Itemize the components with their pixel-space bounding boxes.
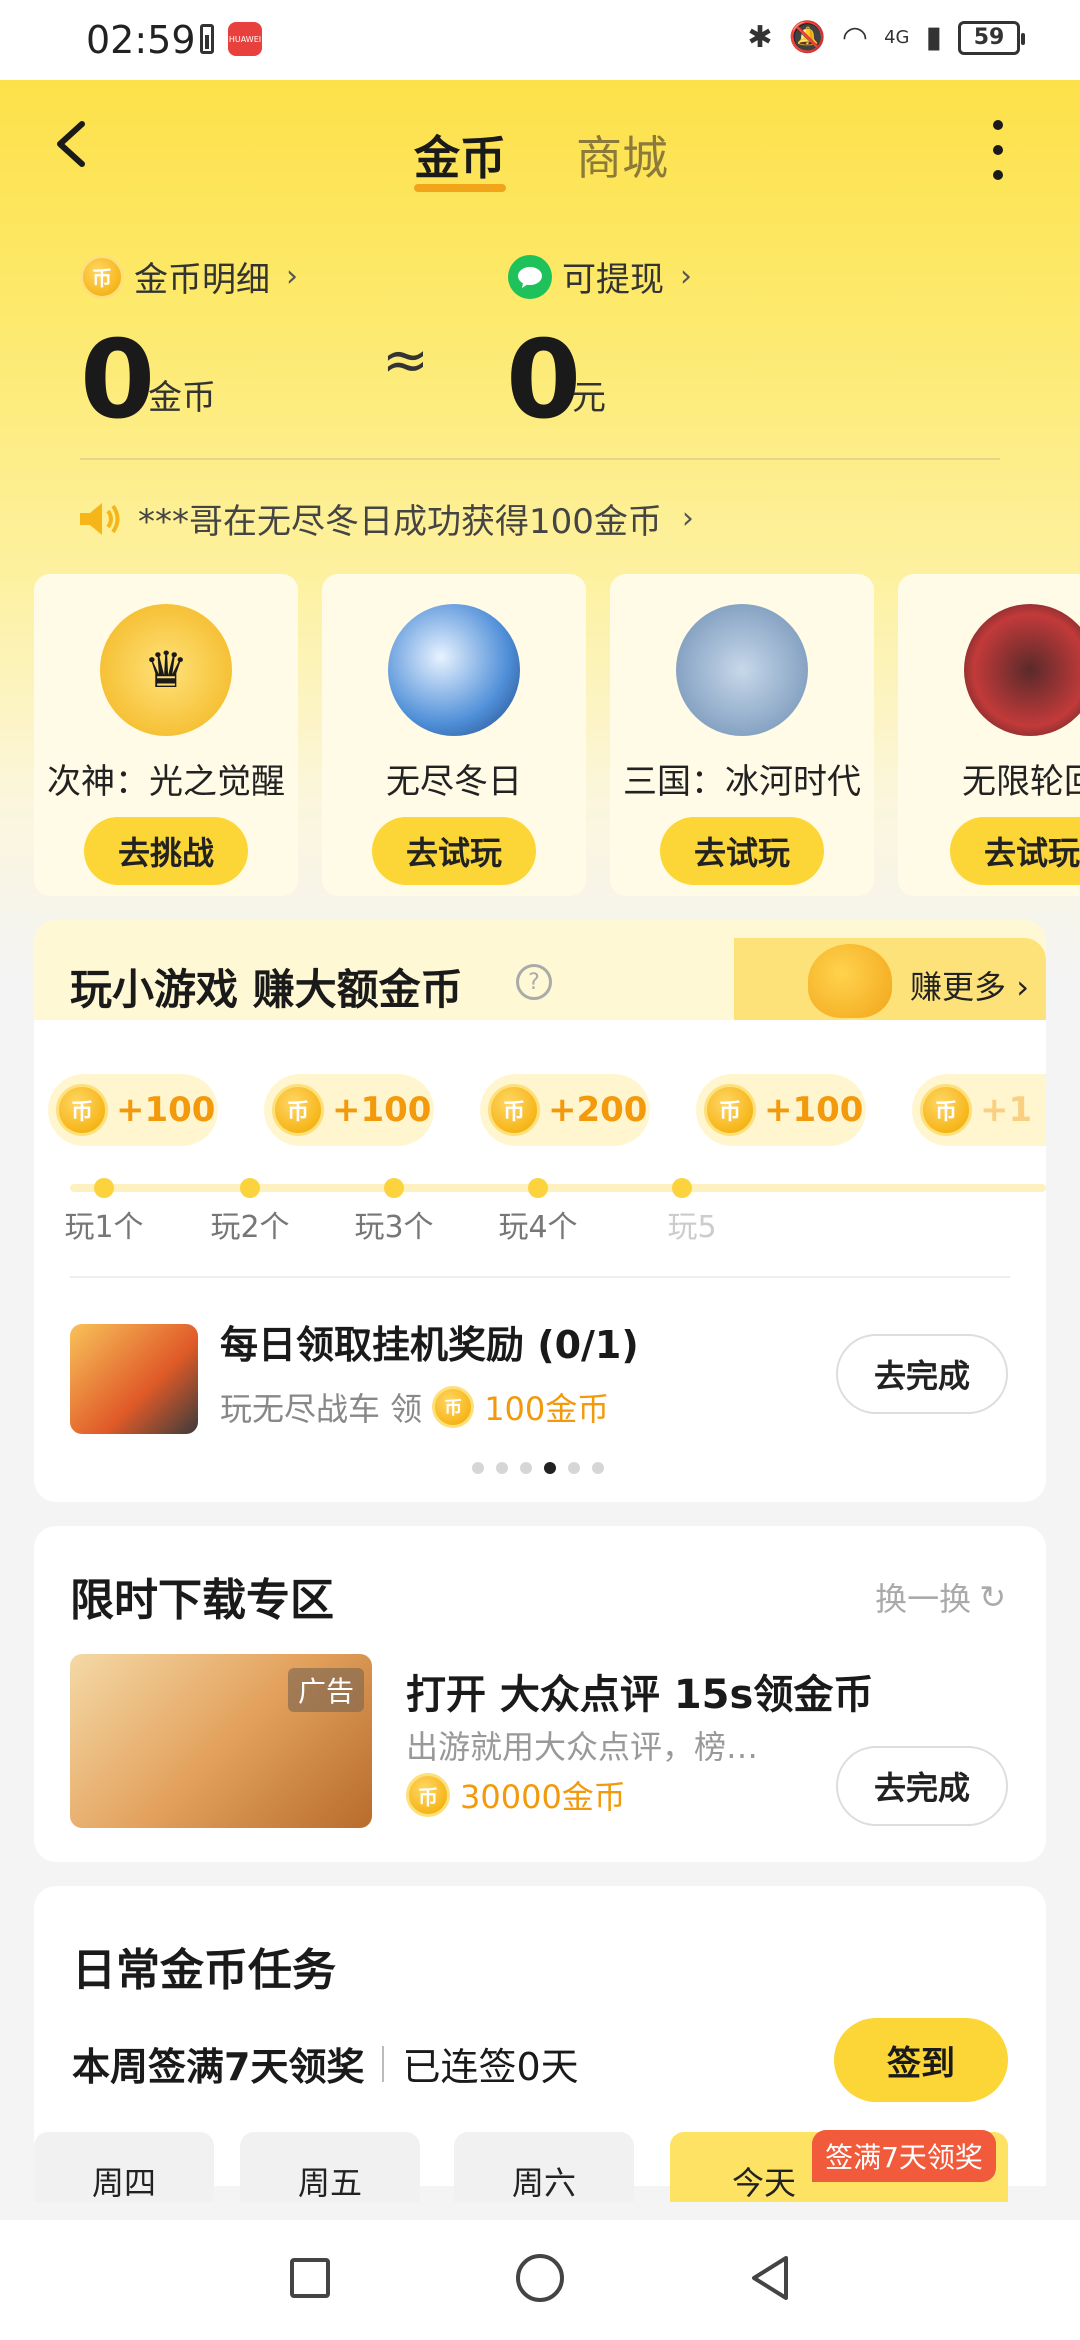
recent-apps-icon[interactable] — [290, 2258, 330, 2298]
reward-pill: 币 +200 — [480, 1074, 650, 1146]
refresh-icon: ↻ — [979, 1578, 1006, 1616]
carousel-pager — [472, 1462, 604, 1474]
withdraw-link[interactable]: 可提现 › — [508, 252, 692, 301]
progress-track — [70, 1184, 1046, 1192]
ad-thumbnail[interactable]: 广告 — [70, 1654, 372, 1828]
globe-icon — [388, 604, 520, 736]
mini-games-panel: 玩小游戏 赚大额金币 ? 赚更多 › 币 +100 币 +100 币 +200 币 +1… — [34, 920, 1046, 1502]
help-icon[interactable]: ? — [516, 964, 552, 1000]
reward-pill: 币 +1 — [912, 1074, 1046, 1146]
system-nav-bar — [0, 2220, 1080, 2340]
status-icons: ✱ 🔕 ◠ 4G ▮ 59 — [747, 20, 1025, 55]
chevron-right-icon: › — [680, 259, 692, 294]
complete-task-button[interactable]: 去完成 — [836, 1334, 1008, 1414]
chevron-right-icon: › — [286, 259, 298, 294]
sign-in-button[interactable]: 签到 — [834, 2018, 1008, 2102]
progress-dot — [528, 1178, 548, 1198]
try-play-button[interactable]: 去试玩 — [950, 817, 1080, 885]
step-label: 玩1个 — [64, 1210, 144, 1245]
coin-icon: 币 — [272, 1084, 324, 1136]
ad-reward: 币 30000金币 — [406, 1772, 626, 1818]
progress-dot — [672, 1178, 692, 1198]
reward-pill: 币 +100 — [48, 1074, 218, 1146]
signin-row: 本周签满7天领奖 已连签0天 — [72, 2045, 579, 2089]
mini-games-title: 玩小游戏 赚大额金币 — [70, 965, 463, 1014]
coin-icon: 币 — [704, 1084, 756, 1136]
tab-mall[interactable]: 商城 — [576, 122, 668, 188]
divider — [80, 458, 1000, 460]
streak-badge: 签满7天领奖 — [812, 2130, 996, 2182]
battery-icon: 59 — [958, 20, 1025, 55]
warrior-icon — [676, 604, 808, 736]
top-nav: 金币 商城 — [0, 80, 1080, 210]
divider — [70, 1276, 1010, 1278]
home-icon[interactable] — [516, 2254, 564, 2302]
tab-coins[interactable]: 金币 — [414, 122, 506, 188]
coin-icon: 币 — [80, 254, 124, 299]
battery-saver-icon — [200, 24, 214, 54]
progress-dot — [94, 1178, 114, 1198]
challenge-button[interactable]: 去挑战 — [84, 817, 248, 885]
speaker-icon — [80, 502, 120, 535]
game-card[interactable]: 无尽冬日 去试玩 — [322, 574, 586, 896]
ad-title: 打开 大众点评 15s领金币 — [406, 1672, 874, 1718]
download-panel: 限时下载专区 换一换 ↻ 广告 打开 大众点评 15s领金币 出游就用大众点评，… — [34, 1526, 1046, 1862]
coin-balance: 0 — [80, 318, 156, 443]
reward-pill: 币 +100 — [264, 1074, 434, 1146]
back-arrow-icon[interactable] — [48, 116, 98, 172]
mute-icon: 🔕 — [788, 20, 826, 55]
bluetooth-icon: ✱ — [747, 20, 773, 55]
status-time: 02:59 — [86, 18, 196, 62]
try-play-button[interactable]: 去试玩 — [372, 817, 536, 885]
progress-dot — [384, 1178, 404, 1198]
wechat-icon — [508, 254, 552, 299]
more-menu-icon[interactable] — [986, 120, 1010, 180]
day-card: 周六 — [454, 2132, 634, 2202]
signal-icon: ▮ — [925, 20, 942, 55]
tank-game-thumbnail — [70, 1324, 198, 1434]
earn-more-button[interactable]: 赚更多 › — [734, 938, 1046, 1020]
cash-balance: 0 — [506, 318, 582, 443]
step-label: 玩4个 — [498, 1210, 578, 1245]
day-card: 周四 — [34, 2132, 214, 2202]
back-triangle-icon[interactable] — [746, 2254, 794, 2302]
try-play-button[interactable]: 去试玩 — [660, 817, 824, 885]
coin-detail-link[interactable]: 币 金币明细 › — [80, 252, 298, 301]
daily-title: 日常金币任务 — [72, 1945, 336, 1996]
status-bar: 02:59 HUAWEI ✱ 🔕 ◠ 4G ▮ 59 — [0, 0, 1080, 80]
step-label: 玩5 — [667, 1210, 717, 1245]
coin-icon: 币 — [432, 1386, 475, 1428]
reward-ticker[interactable]: ***哥在无尽冬日成功获得100金币 › — [78, 494, 694, 543]
task-title: 每日领取挂机奖励 (0/1) — [220, 1323, 639, 1367]
reward-pill: 币 +100 — [696, 1074, 866, 1146]
game-card[interactable]: ♛ 次神：光之觉醒 去挑战 — [34, 574, 298, 896]
app-notification-icon: HUAWEI — [228, 22, 262, 56]
day-card: 周五 — [240, 2132, 420, 2202]
crown-hero-icon: ♛ — [100, 604, 232, 736]
complete-download-button[interactable]: 去完成 — [836, 1746, 1008, 1826]
cash-unit: 元 — [572, 378, 606, 418]
progress-dot — [240, 1178, 260, 1198]
wifi-icon: ◠ — [841, 20, 869, 55]
coin-bag-icon — [808, 944, 892, 1018]
game-card[interactable]: 无限轮回 去试玩 — [898, 574, 1080, 896]
approx-sign: ≈ — [382, 328, 429, 393]
step-label: 玩2个 — [210, 1210, 290, 1245]
coin-icon: 币 — [488, 1084, 540, 1136]
coin-icon: 币 — [56, 1084, 108, 1136]
task-subtitle: 玩无尽战车 领 币 100金币 — [220, 1384, 609, 1430]
network-label: 4G — [884, 27, 910, 48]
ad-description: 出游就用大众点评，榜… — [406, 1728, 759, 1766]
tab-active-indicator — [414, 184, 506, 192]
coin-icon: 币 — [920, 1084, 972, 1136]
ad-tag: 广告 — [287, 1668, 364, 1712]
coin-unit: 金币 — [148, 378, 216, 418]
download-title: 限时下载专区 — [70, 1575, 334, 1626]
monster-icon — [964, 604, 1080, 736]
game-card[interactable]: 三国：冰河时代 去试玩 — [610, 574, 874, 896]
step-label: 玩3个 — [354, 1210, 434, 1245]
coin-icon: 币 — [406, 1773, 450, 1817]
refresh-button[interactable]: 换一换 ↻ — [875, 1574, 1006, 1620]
chevron-right-icon: › — [681, 501, 694, 536]
